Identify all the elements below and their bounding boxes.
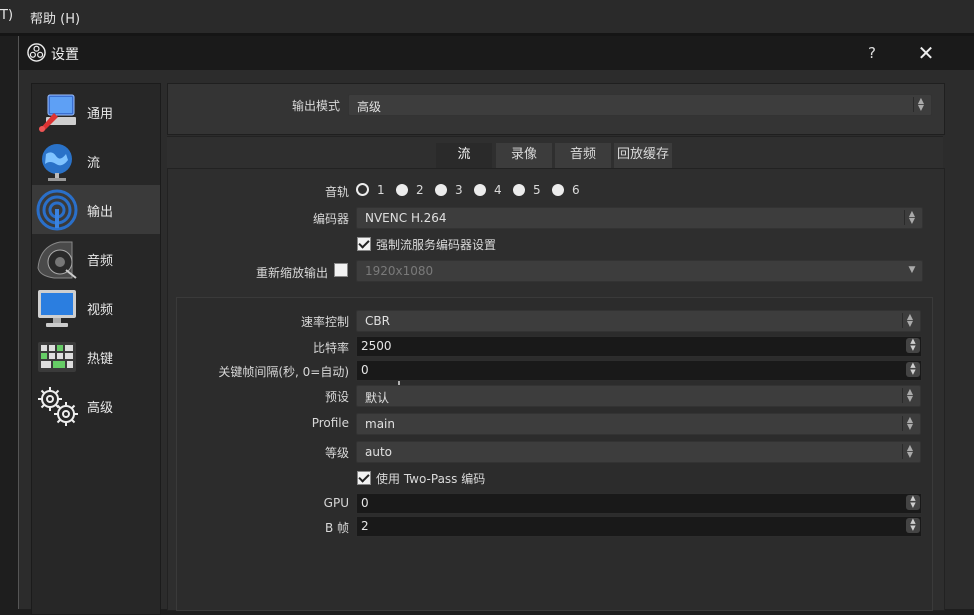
radio-label: 3 — [455, 183, 463, 197]
profile-label: Profile — [311, 416, 349, 430]
chevron-updown-icon: ▲ ▼ — [902, 444, 917, 459]
output-mode-select[interactable]: 高级 ▲ ▼ — [348, 94, 932, 116]
rate-control-select[interactable]: CBR ▲ ▼ — [356, 310, 921, 332]
chevron-updown-icon: ▲ ▼ — [902, 388, 917, 403]
radio-label: 5 — [533, 183, 541, 197]
window-title: 设置 — [51, 47, 79, 63]
b-frames-label: B 帧 — [324, 521, 349, 535]
gpu-label: GPU — [323, 496, 349, 510]
sidebar-item-label: 高级 — [87, 401, 114, 416]
enforce-encoder-checkbox[interactable] — [357, 237, 371, 251]
close-button[interactable]: ✕ — [913, 41, 939, 65]
advanced-icon — [38, 387, 78, 426]
help-button[interactable]: ? — [861, 42, 883, 64]
rescale-resolution-select[interactable]: 1920x1080 ▼ — [356, 260, 923, 282]
sidebar-item-audio[interactable]: 音频 — [32, 234, 160, 283]
sidebar-item-label: 通用 — [87, 107, 114, 122]
audio-track-radio-3[interactable] — [435, 184, 447, 196]
level-select[interactable]: auto ▲ ▼ — [356, 441, 921, 463]
enforce-encoder-label: 强制流服务编码器设置 — [376, 238, 497, 252]
audio-track-radio-2[interactable] — [396, 184, 408, 196]
menu-item-tools[interactable]: T) — [0, 8, 13, 23]
sidebar-item-label: 音频 — [87, 254, 114, 269]
sidebar-item-stream[interactable]: 流 — [32, 136, 160, 185]
tab-replay-buffer[interactable]: 回放缓存 — [614, 143, 672, 168]
tab-recording[interactable]: 录像 — [496, 143, 552, 168]
sidebar-item-label: 热键 — [87, 352, 114, 367]
video-icon — [38, 290, 76, 327]
obs-logo-icon — [27, 43, 46, 62]
keyframe-interval-input[interactable]: 0 ▲ ▼ — [356, 360, 922, 381]
spinner-arrows-icon[interactable]: ▲ ▼ — [906, 362, 920, 377]
chevron-updown-icon: ▲ ▼ — [904, 210, 919, 225]
gpu-input[interactable]: 0 ▲ ▼ — [356, 493, 922, 514]
settings-window: 设置 ? ✕ 通用 流 输出 音频 视频 热键 高级 输出模式 高级 ▲ ▼ 流… — [18, 36, 974, 615]
chevron-updown-icon: ▲ ▼ — [902, 313, 917, 328]
sidebar-item-hotkeys[interactable]: 热键 — [32, 332, 160, 381]
audio-track-radio-5[interactable] — [513, 184, 525, 196]
sidebar-item-general[interactable]: 通用 — [32, 87, 160, 136]
output-mode-section: 输出模式 高级 ▲ ▼ — [167, 83, 945, 135]
spinner-arrows-icon[interactable]: ▲ ▼ — [906, 518, 920, 533]
menubar: T) 帮助 (H) — [0, 0, 974, 34]
output-icon — [36, 189, 78, 231]
bitrate-input[interactable]: 2500 ▲ ▼ — [356, 336, 922, 357]
bitrate-label: 比特率 — [312, 341, 349, 355]
b-frames-input[interactable]: 2 ▲ ▼ — [356, 516, 922, 537]
two-pass-checkbox[interactable] — [357, 471, 371, 485]
title-bar: 设置 ? ✕ — [19, 36, 974, 70]
sidebar-item-output[interactable]: 输出 — [32, 185, 160, 234]
level-label: 等级 — [324, 446, 349, 460]
rate-control-label: 速率控制 — [300, 315, 349, 329]
two-pass-label: 使用 Two-Pass 编码 — [376, 472, 486, 486]
general-icon — [39, 94, 76, 132]
audio-track-label: 音轨 — [324, 185, 349, 199]
encoder-select[interactable]: NVENC H.264 ▲ ▼ — [356, 207, 923, 229]
tab-audio[interactable]: 音频 — [555, 143, 611, 168]
chevron-updown-icon: ▲ ▼ — [902, 416, 917, 431]
menu-item-help[interactable]: 帮助 (H) — [30, 8, 80, 27]
preset-label: 预设 — [324, 390, 349, 404]
audio-track-radio-6[interactable] — [552, 184, 564, 196]
tab-stream[interactable]: 流 — [436, 143, 492, 168]
encoder-label: 编码器 — [312, 212, 349, 226]
sidebar-item-label: 输出 — [87, 205, 114, 220]
sidebar-item-video[interactable]: 视频 — [32, 283, 160, 332]
rescale-checkbox[interactable] — [334, 263, 348, 277]
preset-select[interactable]: 默认 ▲ ▼ — [356, 385, 921, 407]
hotkeys-icon — [38, 342, 76, 372]
radio-label: 2 — [416, 183, 424, 197]
radio-label: 1 — [377, 183, 385, 197]
settings-sidebar: 通用 流 输出 音频 视频 热键 高级 — [31, 83, 161, 615]
chevron-updown-icon: ▲ ▼ — [913, 97, 928, 112]
spinner-arrows-icon[interactable]: ▲ ▼ — [906, 495, 920, 510]
sidebar-item-advanced[interactable]: 高级 — [32, 381, 160, 430]
profile-select[interactable]: main ▲ ▼ — [356, 413, 921, 435]
output-mode-label: 输出模式 — [291, 99, 340, 113]
radio-label: 4 — [494, 183, 502, 197]
rescale-label: 重新缩放输出 — [255, 266, 328, 280]
chevron-down-icon: ▼ — [908, 265, 916, 275]
sidebar-item-label: 流 — [87, 156, 101, 171]
audio-track-radio-1[interactable] — [356, 183, 369, 196]
keyframe-interval-label: 关键帧间隔(秒, 0=自动) — [218, 365, 349, 379]
spinner-arrows-icon[interactable]: ▲ ▼ — [906, 338, 920, 353]
audio-icon — [37, 241, 77, 279]
sidebar-item-label: 视频 — [87, 303, 114, 318]
stream-icon — [42, 144, 72, 181]
audio-track-radio-4[interactable] — [474, 184, 486, 196]
radio-label: 6 — [572, 183, 580, 197]
